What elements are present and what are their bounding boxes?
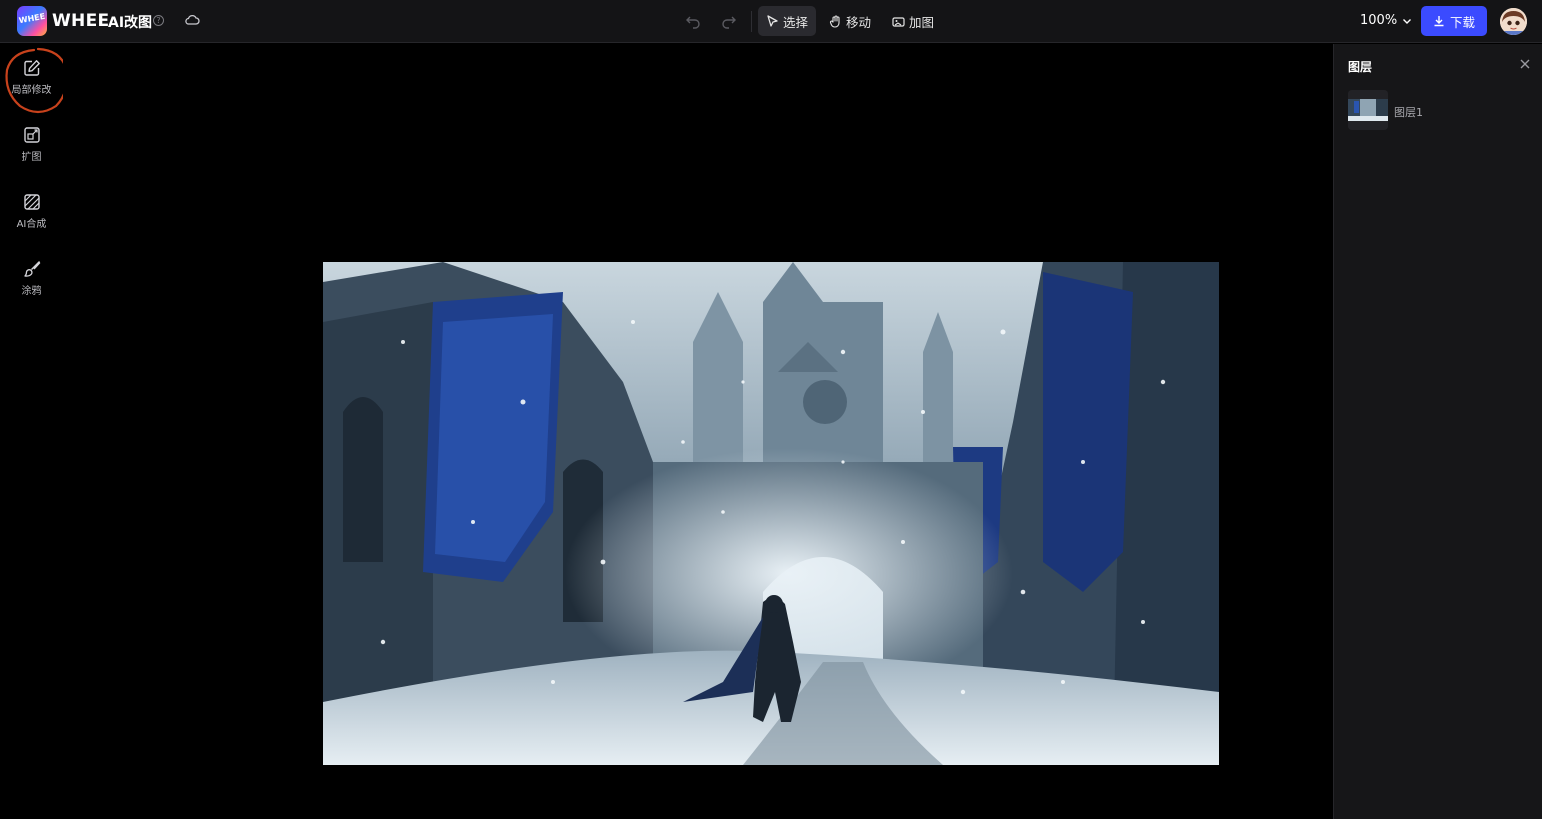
user-avatar[interactable] bbox=[1500, 8, 1527, 35]
left-toolbar: 局部修改 扩图 AI合成 涂鸦 bbox=[0, 44, 63, 819]
layer-name: 图层1 bbox=[1394, 106, 1423, 119]
edit-icon bbox=[23, 60, 40, 76]
app-title: AI改图 bbox=[108, 15, 153, 31]
move-tool-label: 移动 bbox=[846, 14, 872, 30]
winter-castle-artwork bbox=[323, 262, 1219, 765]
expand-label: 扩图 bbox=[21, 152, 42, 163]
local-edit-tool[interactable]: 局部修改 bbox=[0, 59, 63, 111]
close-icon[interactable] bbox=[1519, 58, 1531, 70]
ai-compose-tool[interactable]: AI合成 bbox=[0, 193, 63, 245]
download-button[interactable]: 下载 bbox=[1421, 6, 1487, 36]
top-bar: WHEE WHEE AI改图 ? 选择 移动 加图 100% 下载 bbox=[0, 0, 1542, 43]
chevron-down-icon bbox=[1403, 18, 1412, 24]
local-edit-label: 局部修改 bbox=[11, 85, 52, 96]
ai-compose-icon bbox=[23, 194, 40, 210]
canvas-area[interactable] bbox=[63, 44, 1333, 819]
brush-icon bbox=[23, 260, 40, 277]
ai-compose-label: AI合成 bbox=[16, 219, 47, 230]
add-image-label: 加图 bbox=[909, 14, 935, 30]
app-logo[interactable]: WHEE bbox=[17, 6, 47, 36]
doodle-label: 涂鸦 bbox=[21, 286, 42, 297]
expand-icon bbox=[23, 127, 40, 143]
add-image-icon bbox=[892, 16, 905, 27]
brand-name: WHEE bbox=[52, 11, 110, 31]
cloud-icon[interactable] bbox=[184, 13, 200, 27]
move-tool-button[interactable]: 移动 bbox=[821, 6, 879, 36]
layers-panel: 图层 图层1 bbox=[1333, 44, 1542, 819]
help-icon[interactable]: ? bbox=[153, 15, 164, 26]
doodle-tool[interactable]: 涂鸦 bbox=[0, 260, 63, 312]
toolbar-divider bbox=[751, 11, 752, 32]
select-tool-label: 选择 bbox=[783, 14, 809, 30]
zoom-value: 100% bbox=[1360, 13, 1398, 28]
layer-item[interactable]: 图层1 bbox=[1346, 90, 1531, 130]
undo-icon[interactable] bbox=[685, 13, 701, 29]
avatar-image bbox=[1500, 8, 1527, 35]
select-tool-button[interactable]: 选择 bbox=[758, 6, 817, 36]
cursor-icon bbox=[767, 14, 778, 27]
zoom-dropdown[interactable]: 100% bbox=[1360, 13, 1412, 28]
canvas-image[interactable] bbox=[323, 262, 1219, 765]
add-image-button[interactable]: 加图 bbox=[884, 6, 942, 36]
expand-tool[interactable]: 扩图 bbox=[0, 126, 63, 178]
download-icon bbox=[1434, 16, 1444, 27]
redo-icon[interactable] bbox=[721, 13, 737, 29]
download-label: 下载 bbox=[1449, 14, 1475, 30]
hand-icon bbox=[829, 14, 840, 28]
layer-thumbnail-image bbox=[1348, 90, 1388, 130]
layers-panel-title: 图层 bbox=[1348, 60, 1373, 74]
layer-thumbnail bbox=[1348, 90, 1388, 130]
